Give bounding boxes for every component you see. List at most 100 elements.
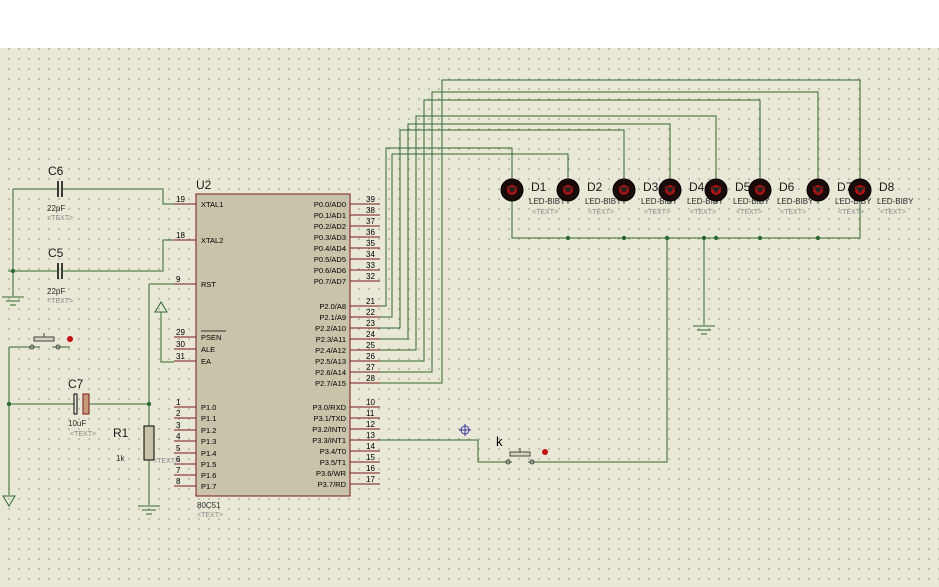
mcu-pin-label: P1.2 <box>201 426 216 435</box>
led-part: LED-BIBY <box>877 197 914 206</box>
mcu-pin-label: P1.0 <box>201 403 216 412</box>
led-ref: D2 <box>587 180 603 194</box>
mcu-ref: U2 <box>196 178 212 192</box>
junctions <box>6 235 821 407</box>
ground-symbols <box>2 296 715 515</box>
mcu-pin-number: 9 <box>176 275 181 284</box>
mcu-pin-label: P0.1/AD1 <box>314 211 346 220</box>
mcu-pin-number: 8 <box>176 477 181 486</box>
mcu-pin-label: P3.7/RD <box>318 480 347 489</box>
mcu-pin-number: 5 <box>176 444 181 453</box>
wire-switch-bus <box>536 238 668 463</box>
mcu-pin-number: 24 <box>366 330 375 339</box>
led-ref: D6 <box>779 180 795 194</box>
mcu-pin-label: P2.0/A8 <box>319 302 346 311</box>
r1-value: 1k <box>116 454 125 463</box>
c7-ref: C7 <box>68 377 84 391</box>
mcu-pin-number: 26 <box>366 352 375 361</box>
capacitor-c5[interactable]: C5 22pF <TEXT> <box>47 246 73 305</box>
r1-ref: R1 <box>113 426 129 440</box>
led-text: <TEXT> <box>880 209 906 216</box>
p2-led-wiring <box>380 79 861 384</box>
switch-k-indicator-icon <box>542 449 548 455</box>
mcu-pin-label: P3.0/RXD <box>313 403 347 412</box>
mcu-pin-number: 6 <box>176 455 181 464</box>
mcu-pin-number: 13 <box>366 431 375 440</box>
mcu-part: 80C51 <box>197 501 221 510</box>
mcu-pin-number: 29 <box>176 328 185 337</box>
mcu-pin-number: 17 <box>366 475 375 484</box>
led-d2[interactable]: D2LED-BIBY<TEXT> <box>556 178 622 216</box>
wiring <box>8 188 861 505</box>
mcu-pin-label: P3.3/INT1 <box>312 436 346 445</box>
c5-value: 22pF <box>47 287 65 296</box>
led-ref: D3 <box>643 180 659 194</box>
resistor-r1[interactable]: R1 1k <TEXT> <box>113 425 179 465</box>
mcu-pin-number: 10 <box>366 398 375 407</box>
ground-arrow-reset <box>2 495 16 507</box>
wire-ea <box>160 312 174 363</box>
mcu-pin-label: P1.5 <box>201 460 216 469</box>
mcu-pin-label: P2.5/A13 <box>315 357 346 366</box>
led-d1[interactable]: D1LED-BIBY<TEXT> <box>500 178 566 216</box>
wire-c5-xtal2 <box>68 239 174 272</box>
mcu-pin-label: P2.7/A15 <box>315 379 346 388</box>
led-array: D1LED-BIBY<TEXT>D2LED-BIBY<TEXT>D3LED-BI… <box>500 178 914 216</box>
mcu-pin-number: 39 <box>366 195 375 204</box>
mcu-pin-label: P3.4/T0 <box>320 447 346 456</box>
ground-led-bus <box>693 325 715 335</box>
mcu-pin-number: 18 <box>176 231 185 240</box>
ground-r1 <box>138 505 160 515</box>
switch-k-ref: k <box>496 434 503 449</box>
mcu-pin-label: P0.3/AD3 <box>314 233 346 242</box>
mcu-pin-number: 36 <box>366 228 375 237</box>
mcu-pin-label: XTAL1 <box>201 200 223 209</box>
mcu-pin-label: P1.1 <box>201 414 216 423</box>
mcu-80c51[interactable]: U2 80C51 <TEXT> 19XTAL118XTAL29RST29PSEN… <box>174 178 380 519</box>
mcu-pin-number: 38 <box>366 206 375 215</box>
mcu-pin-label: P1.3 <box>201 437 216 446</box>
mcu-pin-number: 30 <box>176 340 185 349</box>
c6-value: 22pF <box>47 204 65 213</box>
switch-k[interactable]: k <box>496 434 548 465</box>
mcu-pin-label: P2.2/A10 <box>315 324 346 333</box>
mcu-pin-number: 14 <box>366 442 375 451</box>
mcu-pin-number: 15 <box>366 453 375 462</box>
capacitor-c6[interactable]: C6 22pF <TEXT> <box>47 164 73 222</box>
c5-ref: C5 <box>48 246 64 260</box>
wire-p33-switch <box>380 439 504 463</box>
schematic-canvas[interactable]: C6 22pF <TEXT> C5 22pF <TEXT> C7 10uF <T… <box>0 48 939 587</box>
capacitor-c7[interactable]: C7 10uF <TEXT> <box>66 377 96 438</box>
crosshair-cursor-icon <box>459 424 471 436</box>
mcu-pin-label: P2.3/A11 <box>316 335 346 344</box>
mcu-pin-number: 34 <box>366 250 375 259</box>
mcu-pin-number: 32 <box>366 272 375 281</box>
c7-text: <TEXT> <box>70 431 96 438</box>
led-text: <TEXT> <box>690 209 716 216</box>
schematic: C6 22pF <TEXT> C5 22pF <TEXT> C7 10uF <T… <box>2 79 914 519</box>
mcu-pin-label: ALE <box>201 345 215 354</box>
mcu-pin-number: 4 <box>176 432 181 441</box>
led-ref: D1 <box>531 180 547 194</box>
led-ref: D4 <box>689 180 705 194</box>
mcu-pin-label: P0.6/AD6 <box>314 266 346 275</box>
mcu-pin-number: 2 <box>176 409 181 418</box>
mcu-pin-number: 7 <box>176 466 181 475</box>
mcu-pin-label: XTAL2 <box>201 236 223 245</box>
wire-c6-xtal1 <box>68 188 174 205</box>
mcu-pin-label: P3.6/WR <box>316 469 347 478</box>
led-ref: D5 <box>735 180 751 194</box>
mcu-pin-label: P0.7/AD7 <box>314 277 346 286</box>
mcu-pin-number: 22 <box>366 308 375 317</box>
led-text: <TEXT> <box>736 209 762 216</box>
mcu-pin-number: 11 <box>366 409 375 418</box>
mcu-pin-label: P3.2/INT0 <box>312 425 346 434</box>
c7-value: 10uF <box>68 419 86 428</box>
led-part: LED-BIBY <box>777 197 814 206</box>
mcu-pin-number: 21 <box>366 297 375 306</box>
reset-pushbutton[interactable] <box>29 333 73 350</box>
mcu-pin-label: RST <box>201 280 216 289</box>
mcu-text: <TEXT> <box>197 512 223 519</box>
c6-text: <TEXT> <box>47 215 73 222</box>
mcu-pin-number: 19 <box>176 195 185 204</box>
